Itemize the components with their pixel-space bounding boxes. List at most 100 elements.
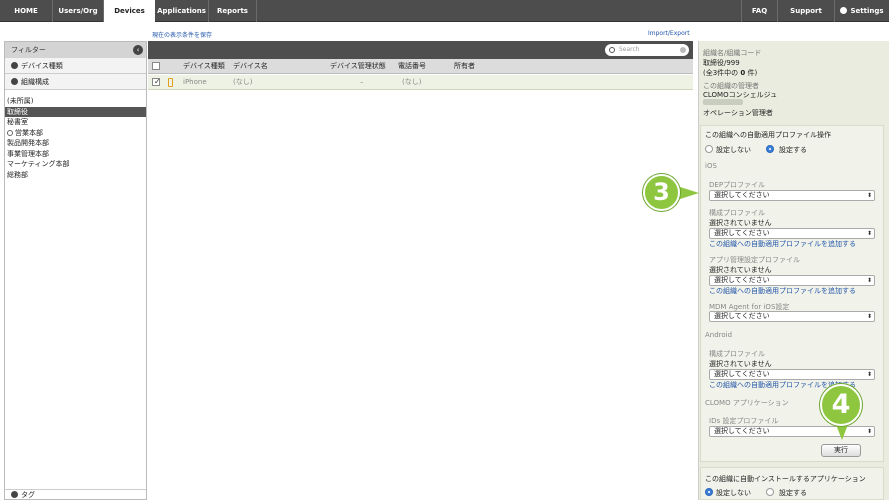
collapse-icon (11, 78, 18, 85)
support-link[interactable]: Support (777, 0, 834, 22)
col-phone-number[interactable]: 電話番号 (398, 59, 426, 74)
android-section-label: Android (705, 331, 733, 339)
tag-label: タグ (21, 491, 35, 499)
org-code-value: 取締役/999 (703, 59, 740, 67)
select-arrows-icon: ⬍ (866, 428, 872, 435)
apps-radio-no-setting[interactable] (705, 488, 713, 496)
settings-label: Settings (850, 7, 884, 15)
add-app-config-profile-link[interactable]: この組織への自動適用プロファイルを追加する (709, 286, 856, 296)
tab-devices[interactable]: Devices (104, 0, 155, 23)
expand-icon (11, 491, 18, 498)
org-item-sales-label: 営業本部 (15, 128, 43, 137)
management-status-cell: – (360, 78, 364, 86)
org-code-label: 組織名/組織コード (703, 49, 762, 57)
step-4-badge: 4 (820, 384, 862, 426)
ids-profile-select[interactable]: 選択してください ⬍ (709, 426, 875, 437)
check-icon: ✓ (154, 77, 161, 86)
ids-select-value: 選択してください (714, 427, 770, 435)
col-management-status[interactable]: デバイス管理状態 (330, 59, 386, 74)
apps-radio-set[interactable] (766, 488, 774, 496)
config-select-value: 選択してください (714, 229, 770, 237)
app-config-not-selected: 選択されていません (709, 266, 772, 274)
apps-title: この組織に自動インストールするアプリケーション (705, 475, 866, 483)
ids-profile-label: IDs 設定プロファイル (709, 417, 779, 425)
clear-search-icon[interactable] (680, 47, 686, 53)
device-type-cell: iPhone (183, 78, 207, 86)
dep-select-value: 選択してください (714, 191, 770, 199)
execute-button[interactable]: 実行 (821, 444, 861, 457)
tab-reports[interactable]: Reports (209, 0, 257, 22)
gear-icon (840, 7, 848, 14)
org-item-directors[interactable]: 取締役 (5, 106, 146, 117)
row-checkbox[interactable]: ✓ (152, 77, 161, 86)
radio-set-label: 設定する (779, 146, 807, 154)
save-conditions-link[interactable]: 現在の表示条件を保存 (152, 30, 212, 39)
count-prefix: (全3件中の (703, 69, 741, 77)
redacted-email (703, 99, 743, 105)
org-item-sales[interactable]: 営業本部 (5, 128, 146, 139)
device-name-cell: (なし) (233, 78, 253, 86)
admin-role: オペレーション管理者 (703, 109, 773, 117)
select-arrows-icon: ⬍ (866, 371, 872, 378)
org-structure-filter[interactable]: 組織構成 (5, 74, 146, 90)
tab-users-org[interactable]: Users/Org (53, 0, 104, 22)
org-item-product-dev[interactable]: 製品開発本部 (5, 138, 146, 149)
step-3-pointer (677, 186, 699, 200)
search-placeholder: Search (619, 46, 640, 53)
config-profile-select[interactable]: 選択してください ⬍ (709, 228, 875, 239)
org-tree: (未所属) 取締役 秘書室 営業本部 製品開発本部 事業管理本部 マーケティング… (5, 90, 146, 180)
filter-header: フィルター ‹ (5, 42, 146, 58)
app-config-profile-select[interactable]: 選択してください ⬍ (709, 275, 875, 286)
faq-link[interactable]: FAQ (741, 0, 777, 22)
config-not-selected: 選択されていません (709, 219, 772, 227)
col-device-name[interactable]: デバイス名 (233, 59, 268, 74)
tab-home[interactable]: HOME (0, 0, 53, 22)
select-arrows-icon: ⬍ (866, 313, 872, 320)
apps-radio-no-setting-label: 設定しない (716, 489, 751, 497)
org-structure-label: 組織構成 (21, 78, 49, 86)
android-config-profile-select[interactable]: 選択してください ⬍ (709, 369, 875, 380)
select-all-checkbox[interactable] (152, 62, 160, 70)
tag-filter[interactable]: タグ (5, 489, 146, 499)
ios-section-label: iOS (705, 162, 717, 170)
table-row[interactable]: ✓ iPhone (なし) – (なし) (148, 75, 693, 90)
import-export-link[interactable]: Import/Export (648, 30, 690, 37)
device-type-label: デバイス種類 (21, 62, 63, 70)
device-type-filter[interactable]: デバイス種類 (5, 58, 146, 74)
select-arrows-icon: ⬍ (866, 230, 872, 237)
filter-sidebar: フィルター ‹ デバイス種類 組織構成 (未所属) 取締役 秘書室 営業本部 製… (4, 41, 147, 500)
add-config-profile-link[interactable]: この組織への自動適用プロファイルを追加する (709, 239, 856, 249)
config-profile-label: 構成プロファイル (709, 209, 765, 217)
radio-set[interactable] (766, 145, 774, 153)
select-arrows-icon: ⬍ (866, 192, 872, 199)
apps-radio-set-label: 設定する (779, 489, 807, 497)
search-input[interactable]: Search (605, 44, 689, 56)
radio-no-setting-label: 設定しない (716, 146, 751, 154)
mdm-select-value: 選択してください (714, 312, 770, 320)
app-config-profile-label: アプリ管理設定プロファイル (709, 256, 800, 264)
mdm-agent-select[interactable]: 選択してください ⬍ (709, 311, 875, 322)
col-device-type[interactable]: デバイス種類 (183, 59, 225, 74)
android-select-value: 選択してください (714, 370, 770, 378)
collapse-sidebar-icon[interactable]: ‹ (133, 45, 143, 55)
android-config-profile-label: 構成プロファイル (709, 350, 765, 358)
phone-number-cell: (なし) (402, 78, 422, 86)
expand-node-icon[interactable] (7, 129, 13, 136)
smartphone-icon (168, 78, 173, 87)
android-config-not-selected: 選択されていません (709, 360, 772, 368)
search-icon (609, 47, 615, 53)
settings-link[interactable]: Settings (834, 0, 889, 22)
app-config-select-value: 選択してください (714, 276, 770, 284)
org-item-business-mgmt[interactable]: 事業管理本部 (5, 149, 146, 160)
expand-icon (11, 62, 18, 69)
tab-applications[interactable]: Applications (155, 0, 209, 22)
org-item-marketing[interactable]: マーケティング本部 (5, 159, 146, 170)
org-item-general-affairs[interactable]: 総務部 (5, 170, 146, 181)
org-item-unassigned[interactable]: (未所属) (5, 96, 146, 107)
org-item-secretary[interactable]: 秘書室 (5, 117, 146, 128)
top-nav-bar: HOME Users/Org Devices Applications Repo… (0, 0, 889, 23)
select-arrows-icon: ⬍ (866, 277, 872, 284)
dep-profile-select[interactable]: 選択してください ⬍ (709, 190, 875, 201)
radio-no-setting[interactable] (705, 145, 713, 153)
col-owner[interactable]: 所有者 (454, 59, 475, 74)
